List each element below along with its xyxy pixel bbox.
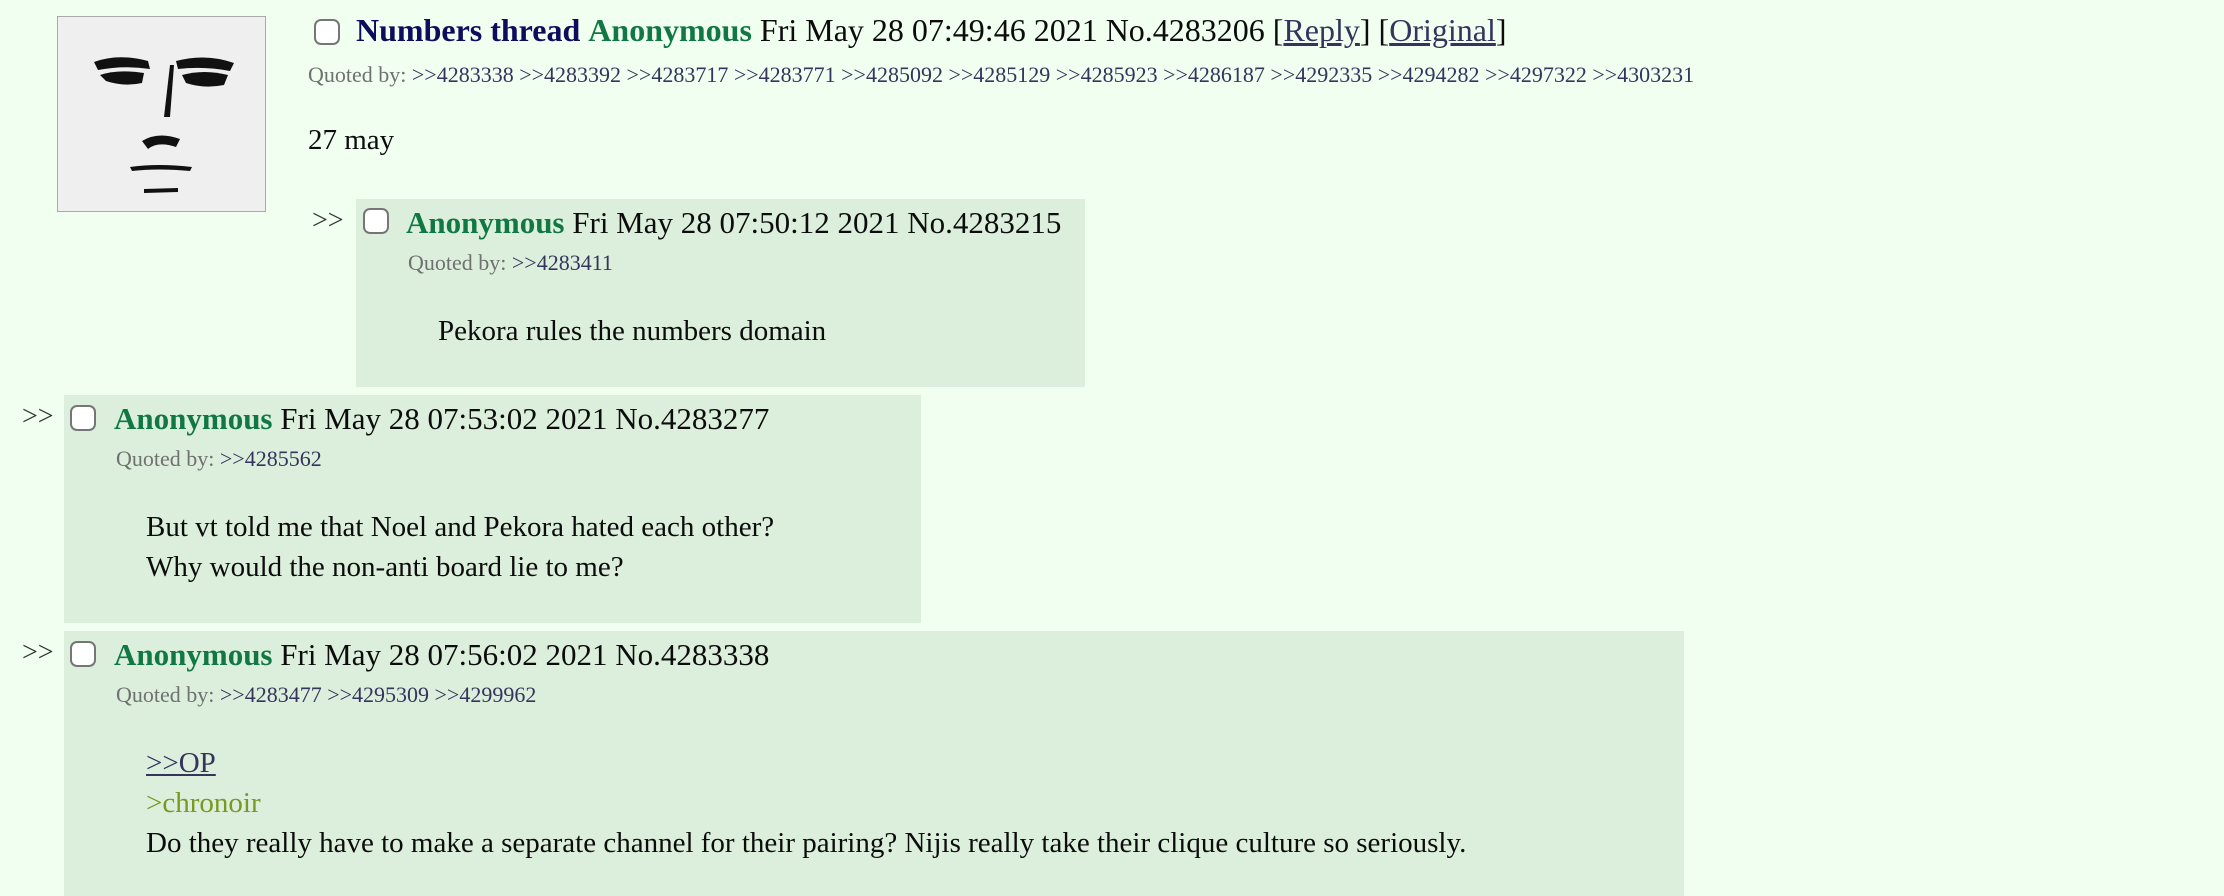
op-quote-link[interactable]: >>OP (146, 747, 216, 780)
reply-arrows: >> (312, 205, 344, 236)
reply-select-checkbox[interactable] (70, 641, 96, 667)
reply-quoted-by: Quoted by: >>4285562 (116, 446, 322, 472)
op-thumbnail[interactable] (57, 16, 266, 212)
reply-header: Anonymous Fri May 28 07:53:02 2021 No.42… (114, 401, 769, 437)
op-select-checkbox[interactable] (314, 19, 340, 45)
reply-arrows: >> (22, 637, 54, 668)
reply-poster-name: Anonymous (114, 637, 273, 672)
op-quoted-by-label: Quoted by: (308, 62, 407, 87)
reply-post: Anonymous Fri May 28 07:56:02 2021 No.42… (64, 631, 1684, 896)
op-poster-name: Anonymous (588, 12, 752, 48)
op-original-bracket: [Original] (1378, 12, 1507, 48)
reply-quoted-by-links[interactable]: >>4285562 (220, 446, 322, 471)
reply-link[interactable]: Reply (1283, 12, 1359, 48)
reply-quoted-by-links[interactable]: >>4283477 >>4295309 >>4299962 (220, 682, 536, 707)
reply-body-line: Pekora rules the numbers domain (438, 315, 827, 347)
op-reply-bracket: [Reply] (1272, 12, 1371, 48)
reply-post: Anonymous Fri May 28 07:53:02 2021 No.42… (64, 395, 921, 623)
reply-datetime: Fri May 28 07:56:02 2021 (280, 637, 608, 672)
reply-header: Anonymous Fri May 28 07:56:02 2021 No.42… (114, 637, 769, 673)
reply-quoted-by-label: Quoted by: (116, 682, 215, 707)
reply-header: Anonymous Fri May 28 07:50:12 2021 No.42… (406, 205, 1061, 241)
reply-body-line: But vt told me that Noel and Pekora hate… (146, 511, 775, 543)
reply-select-checkbox[interactable] (363, 208, 389, 234)
greentext-line: >chronoir (146, 787, 261, 819)
original-link[interactable]: Original (1389, 12, 1496, 48)
reply-quoted-by-label: Quoted by: (116, 446, 215, 471)
reply-poster-name: Anonymous (114, 401, 273, 436)
reply-post-number[interactable]: No.4283215 (907, 205, 1061, 240)
reply-datetime: Fri May 28 07:50:12 2021 (572, 205, 900, 240)
op-datetime: Fri May 28 07:49:46 2021 (759, 12, 1098, 48)
reply-arrows: >> (22, 401, 54, 432)
reply-quoted-by-label: Quoted by: (408, 250, 507, 275)
reply-datetime: Fri May 28 07:53:02 2021 (280, 401, 608, 436)
face-drawing-icon (94, 57, 234, 193)
op-quoted-by-links[interactable]: >>4283338 >>4283392 >>4283717 >>4283771 … (412, 62, 1694, 87)
op-quoted-by: Quoted by: >>4283338 >>4283392 >>4283717… (308, 62, 1694, 88)
reply-post-number[interactable]: No.4283277 (615, 401, 769, 436)
op-header: Numbers thread Anonymous Fri May 28 07:4… (356, 12, 1507, 49)
reply-body-line: Why would the non-anti board lie to me? (146, 551, 624, 583)
reply-post: Anonymous Fri May 28 07:50:12 2021 No.42… (356, 199, 1085, 387)
reply-poster-name: Anonymous (406, 205, 565, 240)
reply-quoted-by-links[interactable]: >>4283411 (512, 250, 613, 275)
reply-body-line: Do they really have to make a separate c… (146, 827, 1467, 859)
reply-quoted-by: Quoted by: >>4283411 (408, 250, 613, 276)
reply-quoted-by: Quoted by: >>4283477 >>4295309 >>4299962 (116, 682, 536, 708)
reply-post-number[interactable]: No.4283338 (615, 637, 769, 672)
op-post-number[interactable]: No.4283206 (1106, 12, 1265, 48)
op-body: 27 may (308, 124, 395, 156)
reply-select-checkbox[interactable] (70, 405, 96, 431)
op-subject: Numbers thread (356, 12, 581, 48)
